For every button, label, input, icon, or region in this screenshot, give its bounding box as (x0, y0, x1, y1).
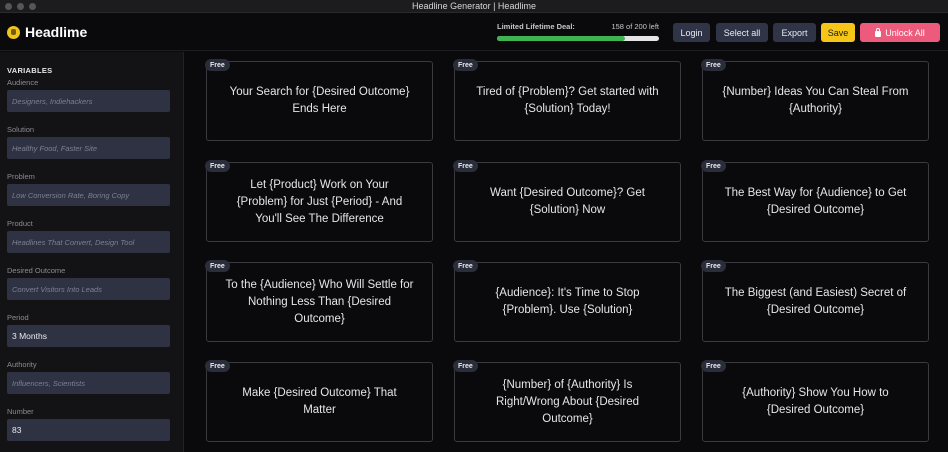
headline-card[interactable]: {Number} of {Authority} Is Right/Wrong A… (454, 362, 681, 442)
headline-text: Want {Desired Outcome}? Get {Solution} N… (490, 187, 645, 216)
period-input[interactable] (7, 325, 170, 347)
headline-card[interactable]: Tired of {Problem}? Get started with {So… (454, 61, 681, 141)
headline-text: To the {Audience} Who Will Settle for No… (225, 278, 414, 325)
app-header: Headlime Limited Lifetime Deal: 158 of 2… (0, 13, 948, 51)
free-badge: Free (701, 260, 726, 272)
number-label: Number (7, 407, 34, 416)
headline-card[interactable]: Your Search for {Desired Outcome} Ends H… (206, 61, 433, 141)
free-badge: Free (453, 160, 478, 172)
free-badge: Free (453, 59, 478, 71)
window-title: Headline Generator | Headlime (412, 1, 536, 11)
headline-card[interactable]: Want {Desired Outcome}? Get {Solution} N… (454, 162, 681, 242)
unlock-all-button[interactable]: Unlock All (860, 23, 940, 42)
headline-card[interactable]: Let {Product} Work on Your {Problem} for… (206, 162, 433, 242)
headline-grid: Your Search for {Desired Outcome} Ends H… (185, 52, 948, 452)
product-label: Product (7, 219, 33, 228)
headline-text: Your Search for {Desired Outcome} Ends H… (229, 86, 410, 115)
headline-text: The Biggest (and Easiest) Secret of {Des… (724, 287, 907, 316)
audience-label: Audience (7, 78, 39, 87)
product-input[interactable] (7, 231, 170, 253)
headline-text: {Number} Ideas You Can Steal From {Autho… (722, 86, 909, 115)
headline-text: Make {Desired Outcome} That Matter (242, 387, 397, 416)
lifetime-deal-progress: Limited Lifetime Deal: 158 of 200 left (497, 22, 659, 41)
headline-text: The Best Way for {Audience} to Get {Desi… (724, 187, 907, 216)
free-badge: Free (205, 360, 230, 372)
headline-card[interactable]: {Audience}: It's Time to Stop {Problem}.… (454, 262, 681, 342)
headline-text: Tired of {Problem}? Get started with {So… (476, 86, 659, 115)
headline-card[interactable]: {Number} Ideas You Can Steal From {Autho… (702, 61, 929, 141)
desired-outcome-label: Desired Outcome (7, 266, 66, 275)
lock-icon (875, 27, 882, 37)
audience-input[interactable] (7, 90, 170, 112)
authority-input[interactable] (7, 372, 170, 394)
free-badge: Free (701, 59, 726, 71)
solution-label: Solution (7, 125, 35, 134)
solution-input[interactable] (7, 137, 170, 159)
problem-label: Problem (7, 172, 35, 181)
unlock-all-label: Unlock All (885, 27, 925, 38)
free-badge: Free (453, 360, 478, 372)
authority-label: Authority (7, 360, 37, 369)
login-button[interactable]: Login (673, 23, 710, 42)
free-badge: Free (701, 360, 726, 372)
window-titlebar: Headline Generator | Headlime (0, 0, 948, 13)
deal-progress-fill (497, 36, 625, 41)
headline-card[interactable]: To the {Audience} Who Will Settle for No… (206, 262, 433, 342)
headline-text: {Audience}: It's Time to Stop {Problem}.… (495, 287, 640, 316)
desired-outcome-input[interactable] (7, 278, 170, 300)
headline-card[interactable]: The Best Way for {Audience} to Get {Desi… (702, 162, 929, 242)
number-input[interactable] (7, 419, 170, 441)
app-logo[interactable]: Headlime (7, 24, 87, 40)
export-button[interactable]: Export (773, 23, 816, 42)
app-name: Headlime (25, 24, 88, 40)
headline-card[interactable]: {Authority} Show You How to {Desired Out… (702, 362, 929, 442)
variables-sidebar: VARIABLES Audience Solution Problem Prod… (0, 52, 184, 452)
free-badge: Free (453, 260, 478, 272)
save-button[interactable]: Save (821, 23, 855, 42)
headline-text: Let {Product} Work on Your {Problem} for… (236, 178, 403, 225)
free-badge: Free (205, 260, 230, 272)
deal-count: 158 of 200 left (611, 22, 659, 31)
headline-card[interactable]: Make {Desired Outcome} That Matter (206, 362, 433, 442)
headline-text: {Authority} Show You How to {Desired Out… (742, 387, 889, 416)
headline-card[interactable]: The Biggest (and Easiest) Secret of {Des… (702, 262, 929, 342)
lime-logo-icon (7, 25, 20, 39)
deal-label: Limited Lifetime Deal: (497, 22, 575, 31)
period-label: Period (7, 313, 29, 322)
variables-heading: VARIABLES (7, 66, 53, 75)
select-all-button[interactable]: Select all (716, 23, 768, 42)
free-badge: Free (205, 160, 230, 172)
problem-input[interactable] (7, 184, 170, 206)
free-badge: Free (205, 59, 230, 71)
free-badge: Free (701, 160, 726, 172)
deal-progress-track (497, 36, 659, 41)
headline-text: {Number} of {Authority} Is Right/Wrong A… (496, 378, 639, 425)
